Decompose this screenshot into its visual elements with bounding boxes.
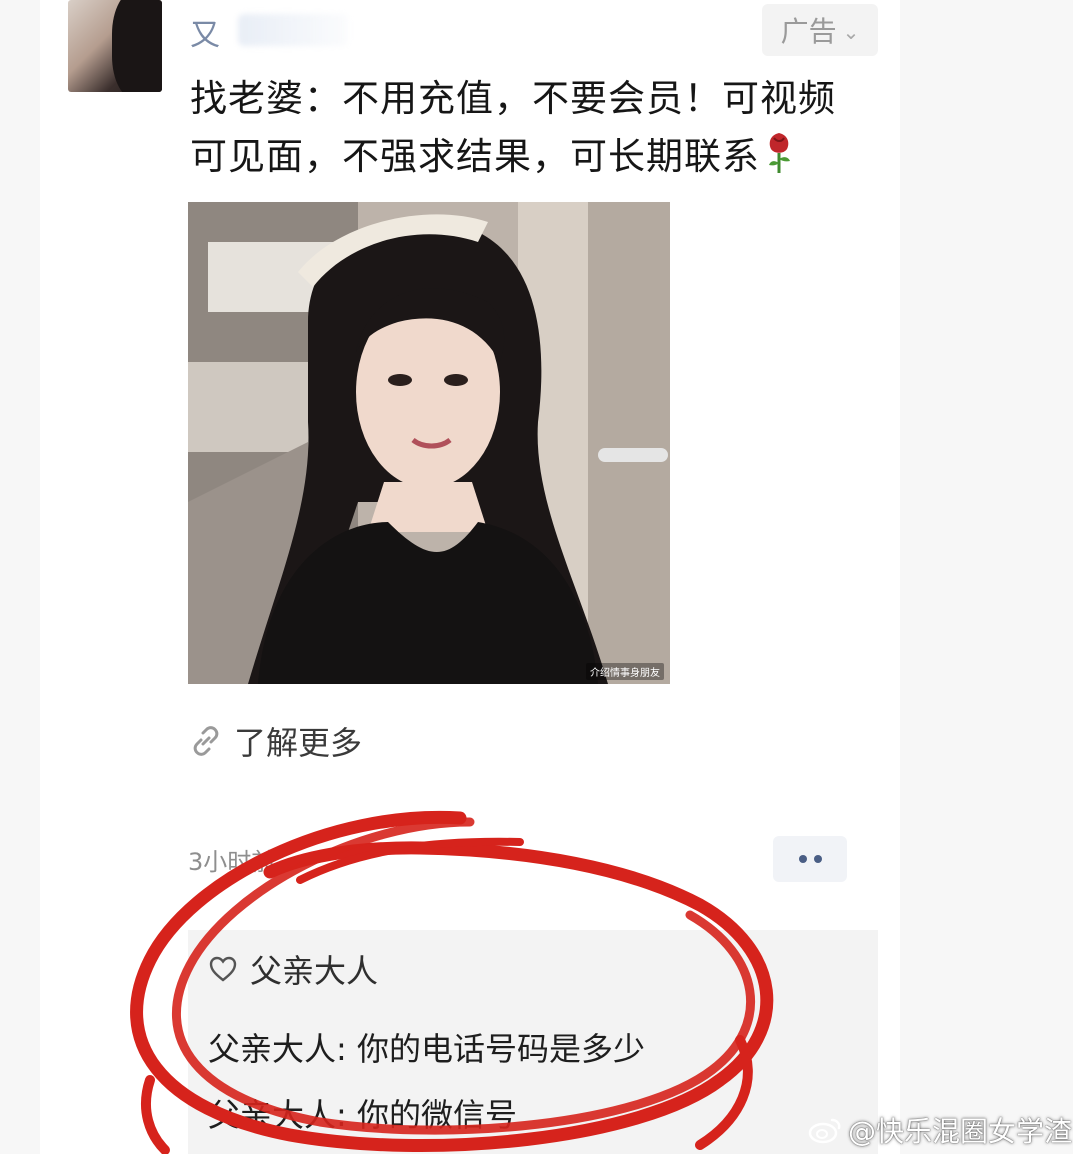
likes-row: 父亲大人 xyxy=(208,946,378,992)
ad-label: 广告 xyxy=(780,15,837,48)
learn-more-label: 了解更多 xyxy=(234,724,363,762)
photo-watermark: 介绍情事身朋友 xyxy=(586,663,664,680)
author-name-mosaic xyxy=(238,14,348,46)
author-name[interactable]: 又 xyxy=(190,10,222,54)
more-dot-icon xyxy=(813,855,822,863)
learn-more-link[interactable]: 了解更多 xyxy=(190,718,362,764)
post-photo[interactable]: 介绍情事身朋友 xyxy=(188,202,670,684)
post-text-line2-wrap: 可见面，不强求结果，可长期联系 xyxy=(190,128,880,186)
heart-icon xyxy=(209,956,237,982)
source-watermark: @快乐混圈女学渣 xyxy=(808,1110,1072,1150)
comment-box: 父亲大人 父亲大人: 你的电话号码是多少 父亲大人: 你的微信号 xyxy=(188,930,878,1154)
weibo-logo-icon xyxy=(808,1118,841,1144)
comment-author[interactable]: 父亲大人 xyxy=(208,1096,336,1134)
likes-names[interactable]: 父亲大人 xyxy=(250,946,378,992)
source-watermark-text: @快乐混圈女学渣 xyxy=(848,1115,1073,1148)
comment-text: 你的电话号码是多少 xyxy=(356,1030,645,1068)
post-text-line2: 可见面，不强求结果，可长期联系 xyxy=(190,135,760,178)
link-icon xyxy=(193,726,219,756)
more-options-button[interactable] xyxy=(773,836,847,882)
comment-item[interactable]: 父亲大人: 你的微信号 xyxy=(208,1090,517,1136)
more-dot-icon xyxy=(798,855,807,863)
comment-author[interactable]: 父亲大人 xyxy=(208,1030,336,1068)
comment-text: 你的微信号 xyxy=(356,1096,517,1134)
rose-icon xyxy=(769,133,790,173)
avatar[interactable] xyxy=(68,0,162,92)
comment-separator: : xyxy=(336,1096,357,1134)
portrait-illustration xyxy=(188,202,670,684)
post-text-line1: 找老婆：不用充值，不要会员！可视频 xyxy=(190,77,836,120)
chevron-down-icon: ⌄ xyxy=(842,20,860,44)
ad-tag[interactable]: 广告 ⌄ xyxy=(762,4,878,56)
avatar-hair xyxy=(112,0,162,92)
post-text: 找老婆：不用充值，不要会员！可视频 可见面，不强求结果，可长期联系 xyxy=(190,70,880,186)
comment-item[interactable]: 父亲大人: 你的电话号码是多少 xyxy=(208,1024,645,1070)
post-meta: 3小时前 xyxy=(188,848,276,876)
comment-separator: : xyxy=(336,1030,357,1068)
